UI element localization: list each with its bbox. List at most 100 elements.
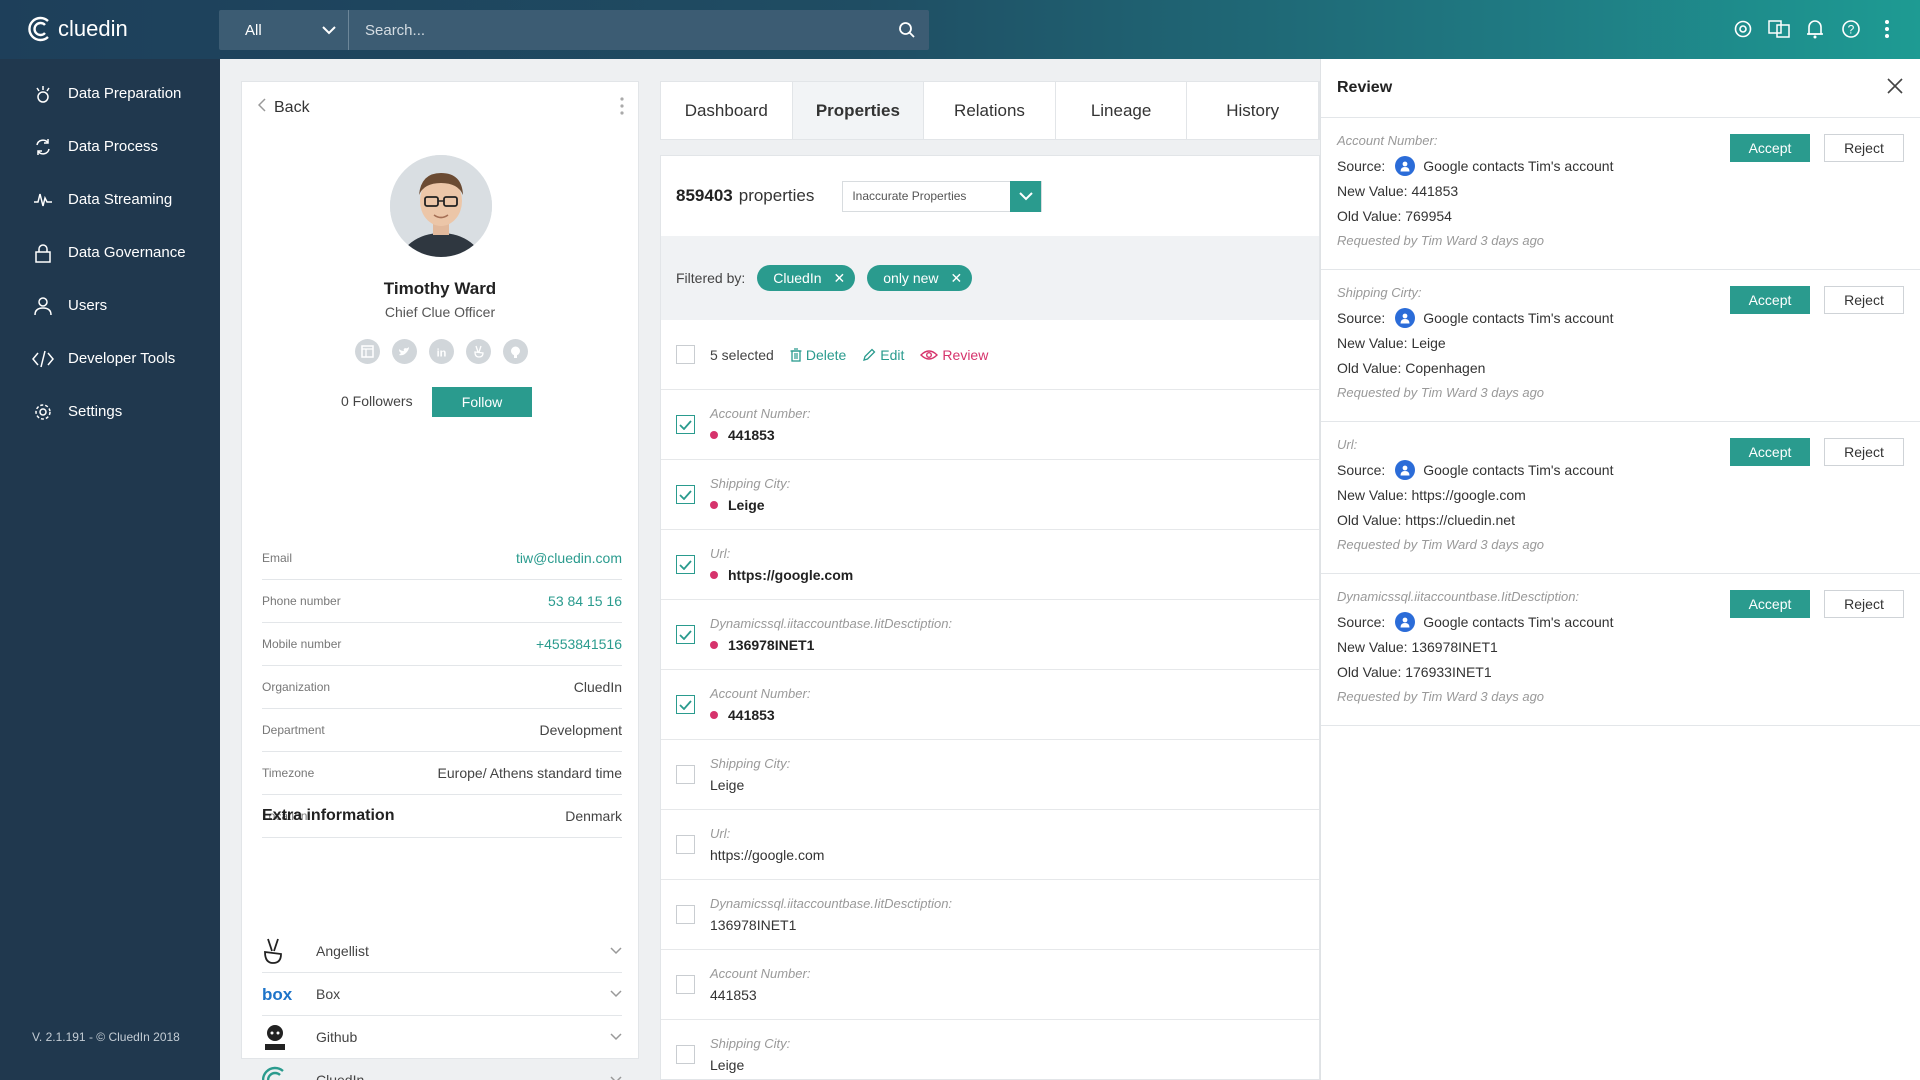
accept-button[interactable]: Accept (1730, 286, 1810, 314)
github-icon[interactable] (503, 339, 528, 364)
edit-button[interactable]: Edit (862, 347, 904, 363)
eye-settings-icon[interactable] (1732, 18, 1754, 40)
property-body: Dynamicssql.iitaccountbase.IitDesctiptio… (710, 616, 952, 653)
svg-text:?: ? (1848, 23, 1855, 37)
sidebar-item-users[interactable]: Users (0, 279, 220, 332)
accept-button[interactable]: Accept (1730, 590, 1810, 618)
chevron-down-icon[interactable] (610, 1028, 622, 1046)
top-icons: ? (1732, 18, 1898, 40)
row-checkbox[interactable] (676, 415, 695, 434)
select-all-checkbox[interactable] (676, 345, 695, 364)
review-card: Shipping Cirty: Source: Google contacts Ti… (1321, 270, 1920, 422)
profile-more-icon[interactable] (620, 96, 624, 116)
more-vertical-icon[interactable] (1876, 18, 1898, 40)
followers-count: 0 Followers (341, 393, 413, 409)
entity-tabs: Dashboard Properties Relations Lineage Histo… (660, 81, 1320, 140)
properties-filter-select[interactable]: Inaccurate Properties (842, 180, 1043, 212)
review-requested-by: Requested by Tim Ward 3 days ago (1337, 689, 1545, 704)
review-requested-by: Requested by Tim Ward 3 days ago (1337, 385, 1545, 400)
close-icon[interactable]: ✕ (834, 270, 846, 287)
chevron-down-icon[interactable] (1010, 180, 1042, 212)
chevron-left-icon (257, 98, 266, 117)
row-checkbox[interactable] (676, 835, 695, 854)
field-value[interactable]: tiw@cluedin.com (516, 550, 622, 566)
property-body: Shipping City: Leige (710, 476, 790, 513)
review-requested-by: Requested by Tim Ward 3 days ago (1337, 233, 1545, 248)
reject-button[interactable]: Reject (1824, 590, 1904, 618)
tab-properties[interactable]: Properties (792, 82, 925, 139)
sidebar-item-data-process[interactable]: Data Process (0, 120, 220, 173)
accept-button[interactable]: Accept (1730, 134, 1810, 162)
filter-chip-only-new[interactable]: only new ✕ (867, 265, 973, 291)
row-checkbox[interactable] (676, 765, 695, 784)
reject-button[interactable]: Reject (1824, 134, 1904, 162)
back-label: Back (274, 98, 310, 116)
social-links: in (355, 339, 528, 364)
field-label: Phone number (262, 594, 341, 608)
google-contacts-icon (1395, 307, 1416, 328)
tab-relations[interactable]: Relations (924, 82, 1056, 139)
extra-item-box[interactable]: box Box (262, 973, 622, 1016)
property-label: Account Number: (710, 686, 811, 701)
row-checkbox[interactable] (676, 905, 695, 924)
review-button[interactable]: Review (920, 347, 988, 363)
field-value: Development (539, 722, 623, 738)
search-button[interactable] (885, 10, 929, 50)
translate-icon[interactable] (1768, 18, 1790, 40)
sidebar-item-data-governance[interactable]: Data Governance (0, 226, 220, 279)
profile-name: Timothy Ward (383, 279, 497, 298)
extra-item-github[interactable]: Github (262, 1016, 622, 1059)
review-field-label: Url: (1337, 437, 1358, 452)
row-checkbox[interactable] (676, 485, 695, 504)
sidebar-item-data-preparation[interactable]: Data Preparation (0, 67, 220, 120)
row-checkbox[interactable] (676, 1045, 695, 1064)
help-icon[interactable]: ? (1840, 18, 1862, 40)
review-source: Source: Google contacts Tim's account (1337, 153, 1904, 178)
selected-count: 5 selected (710, 346, 774, 363)
sidebar-item-developer-tools[interactable]: Developer Tools (0, 332, 220, 385)
cluedin-logo[interactable]: cluedin (28, 16, 128, 42)
linkedin-icon[interactable]: in (429, 339, 454, 364)
extra-item-cluedin[interactable]: CluedIn (262, 1059, 622, 1080)
follow-button[interactable]: Follow (432, 387, 532, 417)
tab-lineage[interactable]: Lineage (1056, 82, 1188, 139)
property-row: Shipping City: Leige (661, 1020, 1319, 1080)
data-streaming-icon (32, 189, 54, 211)
field-value[interactable]: +4553841516 (536, 636, 622, 652)
sidebar-item-settings[interactable]: Settings (0, 385, 220, 438)
row-checkbox[interactable] (676, 975, 695, 994)
close-icon[interactable]: ✕ (951, 270, 963, 287)
review-field-label: Dynamicssql.iitaccountbase.IitDesctiptio… (1337, 589, 1580, 604)
accept-button[interactable]: Accept (1730, 438, 1810, 466)
row-checkbox[interactable] (676, 625, 695, 644)
property-row: Account Number: 441853 (661, 950, 1319, 1020)
reject-button[interactable]: Reject (1824, 438, 1904, 466)
extra-item-angellist[interactable]: Angellist (262, 930, 622, 973)
search-scope-dropdown[interactable]: All (219, 10, 349, 50)
trash-icon (790, 347, 802, 362)
review-new-value: New Value: Leige (1337, 334, 1446, 351)
field-value: CluedIn (573, 679, 622, 695)
tab-history[interactable]: History (1187, 82, 1319, 139)
close-icon[interactable] (1886, 77, 1904, 100)
bell-icon[interactable] (1804, 18, 1826, 40)
sidebar-item-data-streaming[interactable]: Data Streaming (0, 173, 220, 226)
angellist-icon[interactable] (466, 339, 491, 364)
row-checkbox[interactable] (676, 695, 695, 714)
filter-chip-cluedin[interactable]: CluedIn ✕ (757, 265, 856, 291)
reject-button[interactable]: Reject (1824, 286, 1904, 314)
twitter-icon[interactable] (392, 339, 417, 364)
pencil-icon (863, 348, 876, 361)
back-button[interactable]: Back (257, 98, 310, 117)
properties-list: Account Number: 441853 Shipping City: Leige… (661, 390, 1319, 1080)
chevron-down-icon[interactable] (610, 985, 622, 1003)
website-icon[interactable] (355, 339, 380, 364)
tab-dashboard[interactable]: Dashboard (661, 82, 793, 139)
chevron-down-icon[interactable] (610, 942, 622, 960)
row-checkbox[interactable] (676, 555, 695, 574)
search-input[interactable] (349, 10, 885, 50)
delete-button[interactable]: Delete (790, 347, 846, 363)
chevron-down-icon[interactable] (610, 1071, 622, 1080)
field-label: Timezone (262, 766, 315, 780)
field-value[interactable]: 53 84 15 16 (548, 593, 622, 609)
